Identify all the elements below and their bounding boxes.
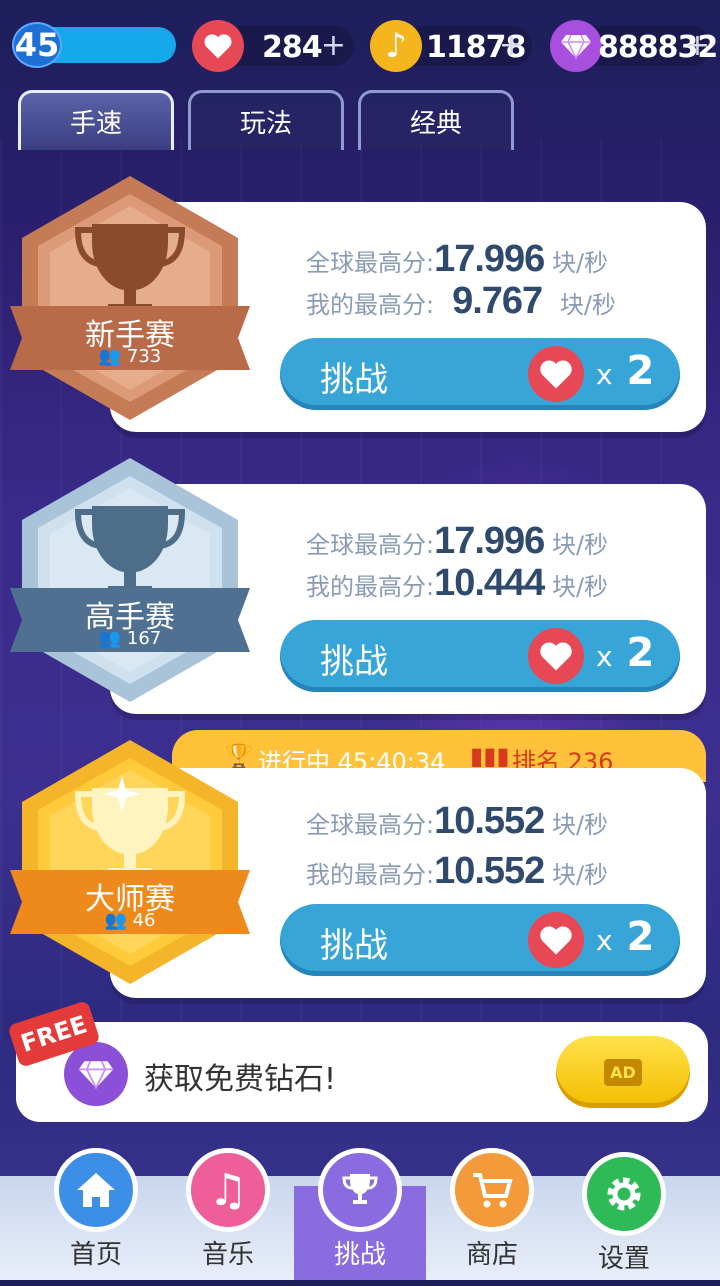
heart-icon [528, 912, 584, 968]
heart-icon [192, 20, 244, 72]
diamond-icon [64, 1042, 128, 1106]
tab-gameplay[interactable]: 玩法 [188, 90, 344, 150]
bar-chart-icon: ▮▮▮ [470, 742, 510, 770]
nav-music[interactable]: ♫ 音乐 [168, 1148, 288, 1282]
participant-count: 👥 167 [98, 628, 162, 649]
heart-cost: x 2 [596, 914, 655, 960]
global-best-value: 17.996 [434, 520, 545, 562]
badge-ribbon: 高手赛 👥 167 [10, 588, 250, 652]
free-diamonds-banner[interactable]: FREE 获取免费钻石! AD [7, 1000, 708, 1122]
challenge-button[interactable]: 挑战 x 2 [280, 620, 680, 692]
shopping-cart-icon [450, 1148, 534, 1232]
level-number: 45 [12, 22, 62, 68]
level-indicator[interactable]: 45 [12, 22, 176, 68]
watch-ad-button[interactable]: AD [556, 1036, 690, 1108]
nav-home[interactable]: 首页 [36, 1148, 156, 1282]
tab-speed[interactable]: 手速 [18, 90, 174, 150]
video-ad-icon: AD [604, 1058, 642, 1086]
heart-cost: x 2 [596, 630, 655, 676]
challenge-button[interactable]: 挑战 x 2 [280, 904, 680, 976]
global-best-score: 全球最高分:17.996 块/秒 [306, 520, 609, 562]
status-bar: 45 284 + ♪ 11878 + 888832 + [12, 20, 718, 72]
free-diamonds-text: 获取免费钻石! [144, 1062, 337, 1097]
global-best-value: 17.996 [434, 238, 545, 280]
my-best-value: 9.767 [452, 280, 543, 322]
global-best-value: 10.552 [434, 800, 545, 842]
music-note-icon: ♪ [370, 20, 422, 72]
heart-icon [528, 346, 584, 402]
hearts-value: 284 [262, 30, 323, 65]
badge-ribbon: 大师赛 👥 46 [10, 870, 250, 934]
gear-icon [582, 1152, 666, 1236]
heart-icon [528, 628, 584, 684]
challenge-label: 挑战 [320, 642, 388, 682]
diamond-icon [550, 20, 602, 72]
my-best-score: 我的最高分:10.552 块/秒 [306, 850, 609, 892]
master-trophy-badge: 大师赛 👥 46 [10, 736, 250, 984]
participant-count: 👥 733 [98, 346, 162, 367]
my-best-score: 我的最高分:10.444 块/秒 [306, 562, 609, 604]
beginner-trophy-badge: 新手赛 👥 733 [10, 172, 250, 420]
participant-count: 👥 46 [104, 910, 156, 931]
nav-shop[interactable]: 商店 [432, 1148, 552, 1282]
nav-challenge[interactable]: 挑战 [300, 1148, 420, 1282]
nav-settings[interactable]: 设置 [564, 1152, 684, 1286]
tab-classic[interactable]: 经典 [358, 90, 514, 150]
trophy-icon [318, 1148, 402, 1232]
notes-counter[interactable]: ♪ 11878 + [370, 20, 532, 72]
diamonds-counter[interactable]: 888832 + [550, 20, 718, 72]
challenge-label: 挑战 [320, 926, 388, 966]
challenge-button[interactable]: 挑战 x 2 [280, 338, 680, 410]
hearts-counter[interactable]: 284 + [192, 20, 354, 72]
my-best-value: 10.552 [434, 850, 545, 892]
add-hearts-button[interactable]: + [321, 28, 346, 63]
home-icon [54, 1148, 138, 1232]
heart-cost: x 2 [596, 348, 655, 394]
challenge-label: 挑战 [320, 360, 388, 400]
global-best-score: 全球最高分:10.552 块/秒 [306, 800, 609, 842]
badge-ribbon: 新手赛 👥 733 [10, 306, 250, 370]
add-diamonds-button[interactable]: + [685, 28, 710, 63]
expert-trophy-badge: 高手赛 👥 167 [10, 454, 250, 702]
add-notes-button[interactable]: + [499, 28, 524, 63]
my-best-score: 我的最高分: 9.767 块/秒 [306, 280, 616, 322]
my-best-value: 10.444 [434, 562, 545, 604]
music-icon: ♫ [186, 1148, 270, 1232]
global-best-score: 全球最高分:17.996 块/秒 [306, 238, 609, 280]
